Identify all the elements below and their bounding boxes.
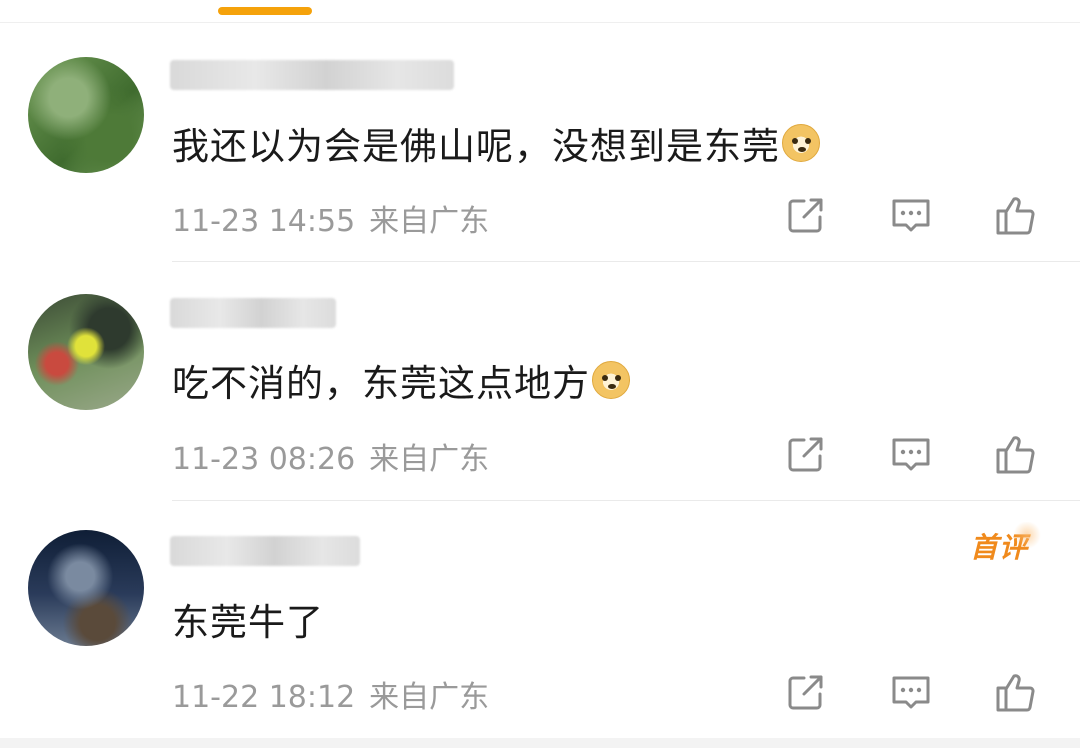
comment-icon[interactable] [889,193,933,237]
comment-icon[interactable] [889,670,933,714]
comment-text: 我还以为会是佛山呢，没想到是东莞 [172,125,780,168]
comment-meta: 11-23 08:26 来自广东 [172,434,489,478]
active-tab-indicator [218,7,312,15]
comment-text-row: 东莞牛了 [172,592,324,646]
comment-text-row: 吃不消的，东莞这点地方 [172,353,630,407]
share-icon[interactable] [784,670,828,714]
avatar[interactable] [28,294,144,410]
first-comment-badge: 首评 [970,522,1043,566]
comment-location: 来自广东 [369,442,490,477]
comment-location: 来自广东 [369,680,490,715]
comment-meta: 11-22 18:12 来自广东 [172,672,489,716]
bottom-bar [0,738,1080,748]
avatar[interactable] [28,530,144,646]
comment-text-row: 我还以为会是佛山呢，没想到是东莞 [172,116,820,170]
comment-divider [172,261,1080,262]
doge-emoji-icon [592,361,630,399]
top-divider [0,22,1080,23]
username-blurred[interactable] [170,60,454,90]
comment-time: 11-22 18:12 [172,680,356,715]
share-icon[interactable] [784,432,828,476]
username-blurred[interactable] [170,536,360,566]
share-icon[interactable] [784,193,828,237]
thumbs-up-icon[interactable] [994,193,1038,237]
comment-divider [172,500,1080,501]
thumbs-up-icon[interactable] [994,670,1038,714]
doge-emoji-icon [782,124,820,162]
comment-location: 来自广东 [369,204,490,239]
thumbs-up-icon[interactable] [994,432,1038,476]
comment-meta: 11-23 14:55 来自广东 [172,196,489,240]
comment-text: 东莞牛了 [172,601,324,644]
comment-text: 吃不消的，东莞这点地方 [172,362,590,405]
comment-icon[interactable] [889,432,933,476]
comment-time: 11-23 14:55 [172,204,356,239]
avatar[interactable] [28,57,144,173]
username-blurred[interactable] [170,298,336,328]
comment-time: 11-23 08:26 [172,442,356,477]
